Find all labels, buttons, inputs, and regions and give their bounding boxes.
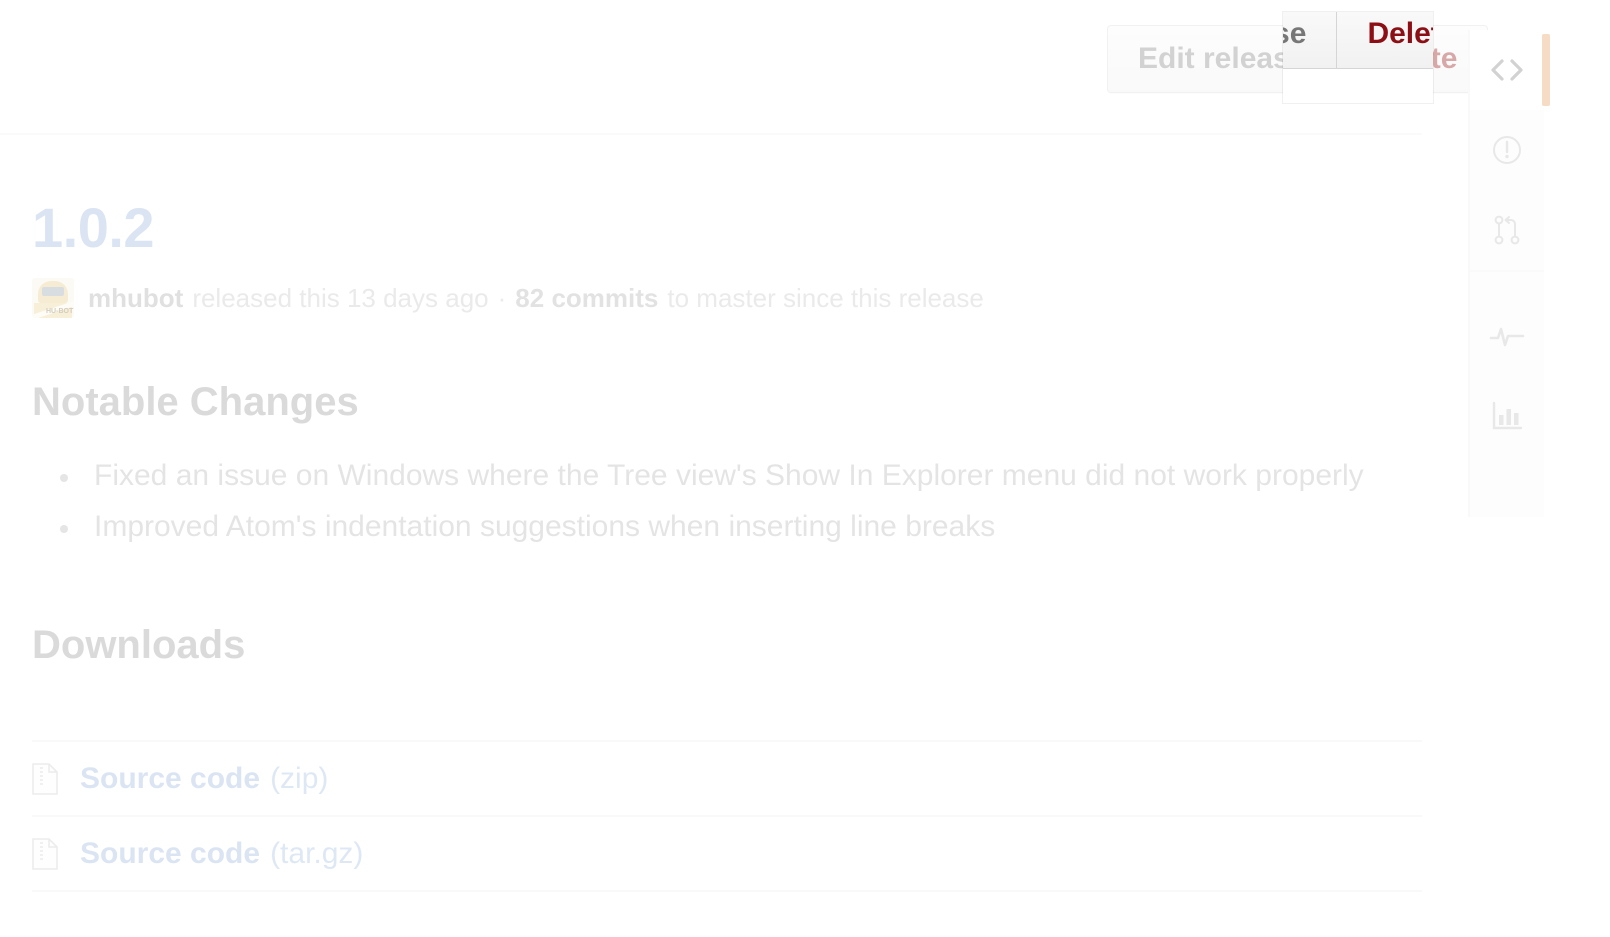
- pulse-icon: [1489, 324, 1525, 348]
- rail-item-code[interactable]: [1470, 30, 1550, 110]
- download-row[interactable]: Source code (zip): [32, 740, 1422, 815]
- downloads-list: Source code (zip) Source code (tar.gz): [32, 740, 1422, 892]
- file-zip-icon: [32, 837, 58, 870]
- header-divider: [0, 133, 1422, 135]
- graph-icon: [1491, 401, 1523, 431]
- release-byline: HU-BOT mhubot released this 13 days ago …: [32, 278, 1392, 318]
- download-ext: (zip): [270, 761, 329, 795]
- release-body: 1.0.2 HU-BOT mhubot released this 13 day…: [32, 200, 1392, 667]
- file-zip-icon: [32, 762, 58, 795]
- delete-button-focused[interactable]: Delete: [1336, 12, 1433, 68]
- edit-release-button-focused[interactable]: Edit release: [1283, 12, 1337, 68]
- rail-item-issues[interactable]: [1470, 110, 1544, 190]
- release-actions-group-focused: Edit release Delete: [1283, 12, 1433, 69]
- list-item: Fixed an issue on Windows where the Tree…: [32, 452, 1392, 501]
- issue-opened-icon: [1491, 134, 1523, 166]
- downloads-heading: Downloads: [32, 623, 246, 668]
- commit-count-link[interactable]: 82 commits: [515, 285, 658, 311]
- byline-separator: ·: [497, 283, 507, 313]
- page-content-faded-layer: Edit release Delete 1.0.2 HU-BOT mhubot …: [0, 0, 1610, 937]
- release-author-link[interactable]: mhubot: [88, 285, 183, 311]
- notable-changes-heading: Notable Changes: [32, 380, 359, 424]
- release-date-text: released this 13 days ago: [192, 283, 489, 313]
- notable-changes-list: Fixed an issue on Windows where the Tree…: [32, 452, 1392, 551]
- rail-item-graphs[interactable]: [1470, 376, 1544, 456]
- git-pull-request-icon: [1492, 214, 1522, 246]
- download-row[interactable]: Source code (tar.gz): [32, 815, 1422, 892]
- rail-item-pulse[interactable]: [1470, 296, 1544, 376]
- rail-spacer: [1470, 272, 1544, 296]
- avatar-label: HU-BOT: [46, 308, 74, 315]
- commit-count-suffix: to master since this release: [667, 283, 984, 313]
- code-icon: [1490, 57, 1524, 83]
- rail-item-pull-requests[interactable]: [1470, 190, 1544, 270]
- download-name: Source code: [80, 761, 261, 795]
- download-ext: (tar.gz): [270, 836, 364, 870]
- download-name: Source code: [80, 836, 261, 870]
- release-version-title[interactable]: 1.0.2: [32, 200, 1392, 256]
- delete-button-focus-highlight: Edit release Delete: [1283, 12, 1433, 103]
- avatar: HU-BOT: [32, 278, 74, 318]
- repo-nav-rail: [1468, 30, 1550, 517]
- list-item: Improved Atom's indentation suggestions …: [32, 503, 1392, 552]
